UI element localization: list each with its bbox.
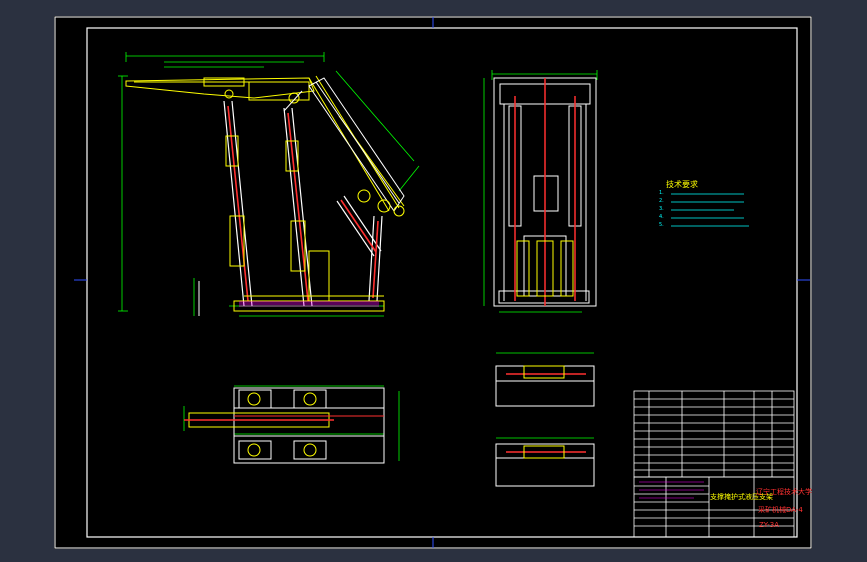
side-view [118, 52, 420, 317]
tech-requirement-item: 1. [659, 190, 664, 196]
plan-view [183, 385, 400, 464]
course-name: 采矿机械DA-4 [758, 506, 803, 514]
section-views [495, 352, 595, 487]
school-name: 辽宁工程技术大学 [756, 488, 812, 496]
tech-requirement-item: 3. [659, 206, 664, 212]
tech-requirements-title: 技术要求 [666, 180, 698, 189]
inner-frame [86, 27, 798, 538]
cad-viewport[interactable]: 技术要求 1. 2. 3. 4. 5. 支撑掩护式液压支架 辽宁工程技术大学 采… [0, 0, 867, 562]
tech-requirement-item: 4. [659, 214, 664, 220]
tech-requirement-item: 2. [659, 198, 664, 204]
drawing-number: ZY-3A [759, 521, 780, 529]
tech-requirements-lines [671, 193, 749, 227]
front-view [483, 70, 598, 313]
parts-list [633, 390, 795, 478]
drawing-sheet: 技术要求 1. 2. 3. 4. 5. 支撑掩护式液压支架 辽宁工程技术大学 采… [54, 16, 812, 549]
drawing-canvas [54, 16, 812, 549]
tech-requirement-item: 5. [659, 222, 664, 228]
outer-frame [54, 16, 812, 549]
